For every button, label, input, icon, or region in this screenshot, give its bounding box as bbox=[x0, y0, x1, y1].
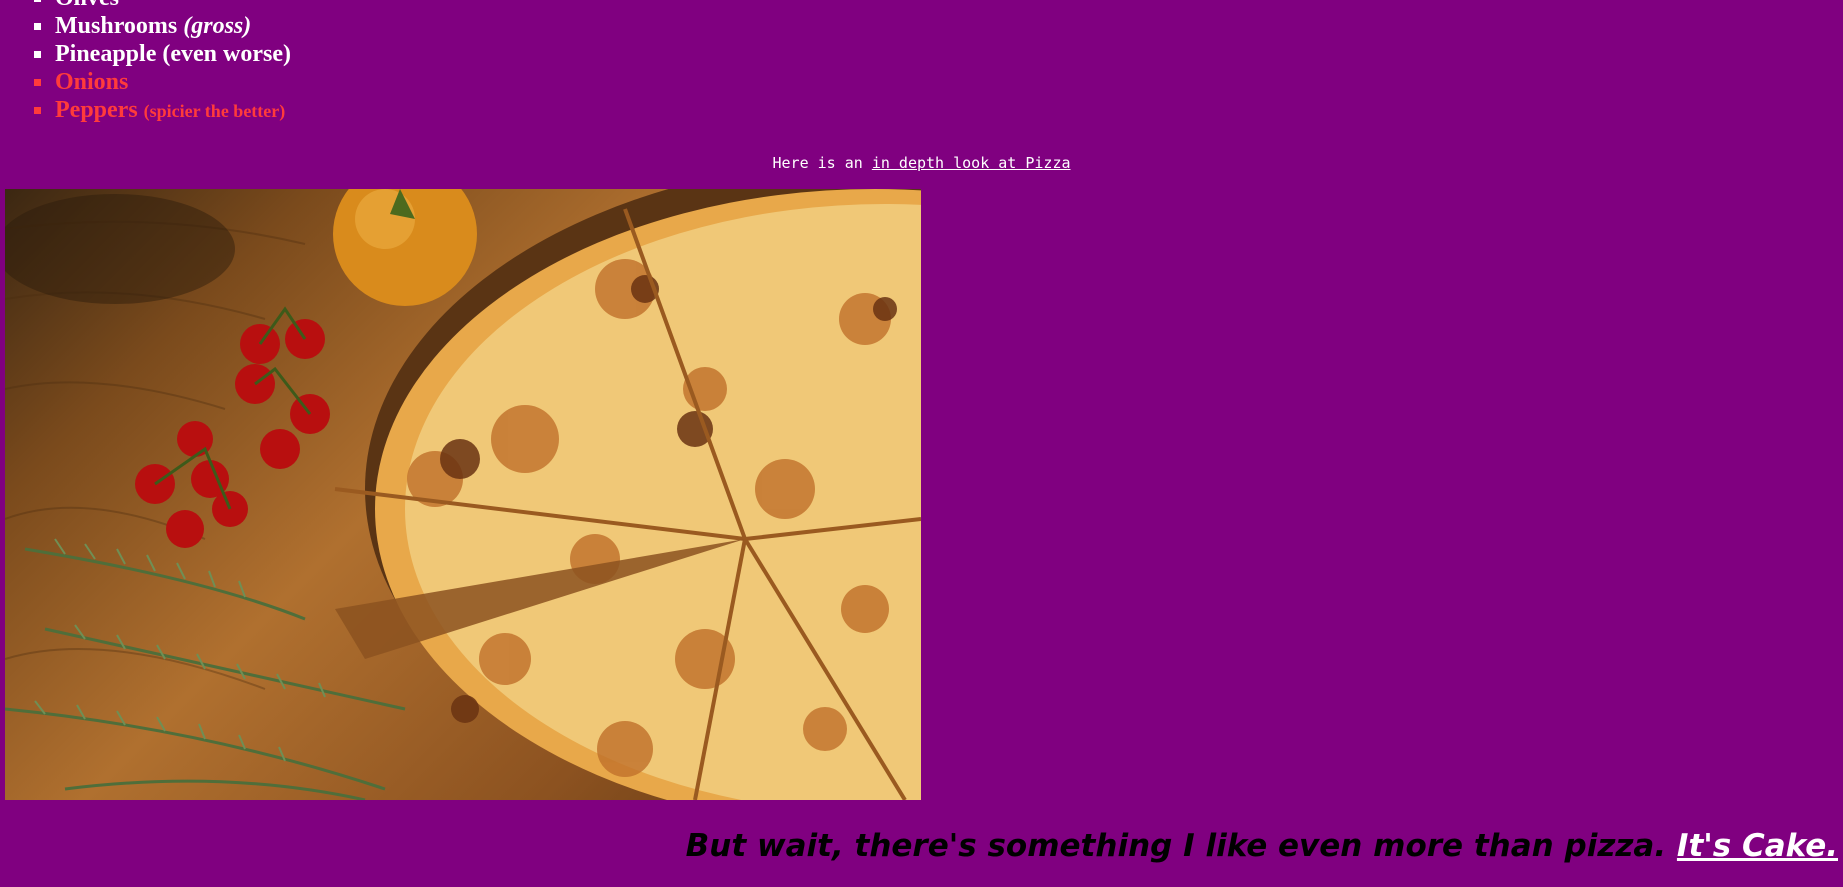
square-bullet-icon bbox=[34, 107, 41, 114]
square-bullet-icon bbox=[34, 23, 41, 30]
square-bullet-icon bbox=[34, 51, 41, 58]
topping-label: Onions bbox=[55, 69, 129, 95]
topping-note: (spicier the better) bbox=[143, 101, 286, 121]
list-item-olives: Olives bbox=[0, 0, 291, 12]
list-item-peppers: Peppers (spicier the better) bbox=[0, 96, 291, 124]
cherry-tomatoes-icon bbox=[135, 319, 330, 548]
topping-label: Peppers bbox=[55, 97, 144, 123]
topping-note: (gross) bbox=[183, 13, 252, 39]
pizza-link[interactable]: in depth look at Pizza bbox=[872, 154, 1071, 172]
square-bullet-icon bbox=[34, 0, 41, 2]
list-item-pineapple: Pineapple (even worse) bbox=[0, 40, 291, 68]
tagline-text: But wait, there's something I like even … bbox=[685, 828, 1677, 864]
cake-tagline: But wait, there's something I like even … bbox=[686, 828, 1838, 864]
pizza-illustration bbox=[5, 189, 921, 800]
tomato-icon bbox=[333, 189, 477, 306]
pizza-photo bbox=[5, 189, 921, 800]
list-item-onions: Onions bbox=[0, 68, 291, 96]
intro-line: Here is an in depth look at Pizza bbox=[0, 154, 1843, 172]
rosemary-icon bbox=[5, 547, 406, 800]
toppings-list: Olives Mushrooms (gross) Pineapple (even… bbox=[0, 0, 291, 124]
topping-label: Pineapple (even worse) bbox=[55, 41, 291, 67]
intro-text: Here is an bbox=[772, 154, 872, 172]
square-bullet-icon bbox=[34, 79, 41, 86]
topping-label: Mushrooms bbox=[55, 13, 184, 39]
cake-link[interactable]: It's Cake. bbox=[1677, 828, 1838, 864]
list-item-mushrooms: Mushrooms (gross) bbox=[0, 12, 291, 40]
topping-label: Olives bbox=[55, 0, 119, 11]
